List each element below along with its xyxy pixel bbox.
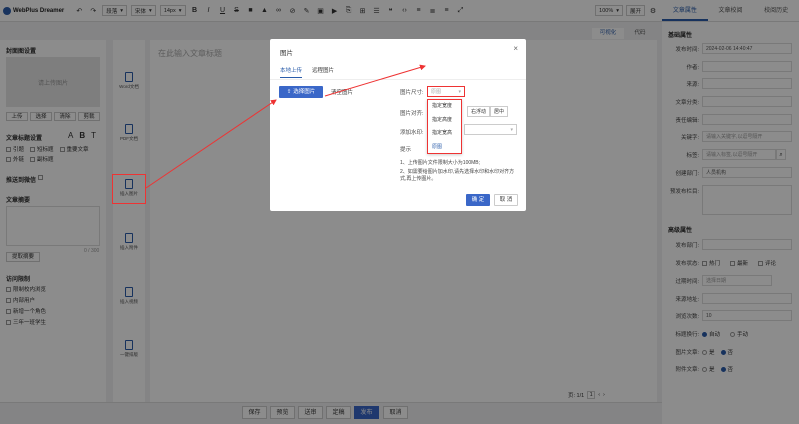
arrow-to-size-select <box>324 64 426 97</box>
annotation-arrows <box>145 64 426 189</box>
arrow-to-dialog <box>145 99 277 189</box>
